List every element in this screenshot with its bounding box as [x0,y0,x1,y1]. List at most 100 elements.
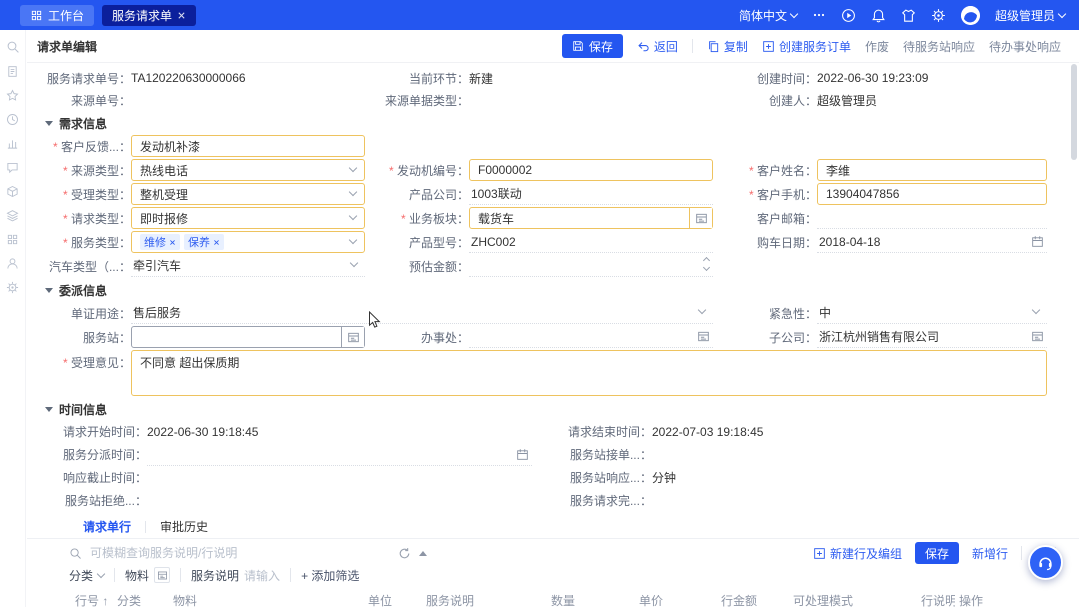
tab-workbench[interactable]: 工作台 [20,5,94,26]
close-icon[interactable] [177,11,186,20]
tab-service-request[interactable]: 服务请求单 [102,5,196,26]
lookup-button[interactable] [341,327,364,347]
sidebar-star-icon[interactable] [6,89,19,102]
lookup-icon [695,212,708,225]
number-spinner[interactable] [704,258,709,270]
chevron-down-icon [349,188,357,196]
estimated-amount-field[interactable] [469,255,713,277]
sidebar-chart-icon[interactable] [6,137,19,150]
detail-search-input[interactable] [90,546,390,560]
scrollbar-thumb[interactable] [1071,64,1077,160]
copy-button-label: 复制 [724,38,748,55]
vertical-scrollbar[interactable] [1070,36,1078,604]
pending-office-button[interactable]: 待办事处响应 [989,38,1061,55]
customer-email-label: 客户邮箱 [729,210,817,227]
lookup-button[interactable] [689,208,712,228]
new-row-button[interactable]: 新增行 [972,545,1008,562]
customer-phone-label: 客户手机 [729,186,817,203]
search-icon [69,547,82,560]
detail-filter-row: 分类 物料 服务说明请输入 + 添加筛选 [27,565,1079,585]
meta-row-1: 服务请求单号TA120220630000066 当前环节新建 创建时间2022-… [43,67,1063,89]
lookup-icon[interactable] [154,567,170,583]
col-line-no[interactable]: 行号 ↑ [57,592,113,607]
section-time-title: 时间信息 [59,401,107,418]
purchase-date-field[interactable]: 2018-04-18 [817,231,1047,253]
bell-icon[interactable] [871,8,886,23]
tab-approval-history[interactable]: 审批历史 [146,515,222,538]
section-request-title: 需求信息 [59,115,107,132]
back-button[interactable]: 返回 [637,38,678,55]
chevron-down-icon [698,306,706,314]
business-segment-field[interactable]: 载货车 [469,207,713,229]
detail-table: 行号 ↑ 分类 物料 单位 服务说明 数量 单价 行金额 可处理模式 行说明 操… [57,590,1069,607]
sidebar-layers-icon[interactable] [6,209,19,222]
customer-phone-input[interactable] [817,183,1047,205]
divider [180,568,181,582]
new-row-group-button[interactable]: 新建行及编组 [813,545,902,562]
pending-station-button[interactable]: 待服务站响应 [903,38,975,55]
sidebar-user-icon[interactable] [6,257,19,270]
section-request-info[interactable]: 需求信息 [45,113,1063,133]
tab-request-lines[interactable]: 请求单行 [69,515,145,538]
doc-purpose-select[interactable]: 售后服务 [131,302,713,324]
copy-icon [707,40,720,53]
request-type-select[interactable]: 即时报修 [131,207,365,229]
office-label: 办事处 [381,329,469,346]
user-menu[interactable]: 超级管理员 [995,7,1065,24]
sidebar-grid-icon[interactable] [6,233,19,246]
urgency-select[interactable]: 中 [817,302,1047,324]
lookup-icon[interactable] [1031,330,1044,343]
tag-close-icon[interactable] [213,239,220,246]
create-service-order-button[interactable]: 创建服务订单 [762,38,851,55]
sidebar-doc-icon[interactable] [6,65,19,78]
calendar-icon[interactable] [1031,235,1044,248]
sidebar-gear-icon[interactable] [6,281,19,294]
copy-button[interactable]: 复制 [707,38,748,55]
source-type-select[interactable]: 热线电话 [131,159,365,181]
category-filter[interactable]: 分类 [69,567,104,584]
save-button[interactable]: 保存 [562,34,623,58]
refresh-icon[interactable] [398,547,411,560]
calendar-icon[interactable] [516,448,529,461]
col-price: 单价 [635,592,717,607]
vehicle-type-select[interactable]: 牵引汽车 [131,255,365,277]
office-field[interactable] [469,326,713,348]
avatar[interactable] [961,6,980,25]
service-desc-filter[interactable]: 服务说明请输入 [191,567,280,584]
sidebar [0,30,26,607]
request-complete-label: 服务请求完... [548,492,652,509]
language-select[interactable]: 简体中文 [739,7,797,24]
material-filter[interactable]: 物料 [125,567,170,584]
customer-name-input[interactable] [817,159,1047,181]
settings-gear-icon[interactable] [931,8,946,23]
section-time-info[interactable]: 时间信息 [45,399,1063,419]
dispatch-time-field[interactable] [147,444,532,466]
request-type-label: 请求类型 [43,210,131,227]
subsidiary-field[interactable]: 浙江杭州销售有限公司 [817,326,1047,348]
chat-support-button[interactable] [1028,545,1063,580]
accept-type-select[interactable]: 整机受理 [131,183,365,205]
customer-email-field[interactable] [817,207,1047,229]
void-button[interactable]: 作废 [865,38,889,55]
chevron-down-icon [1032,306,1040,314]
plus-square-icon [762,40,775,53]
sidebar-cube-icon[interactable] [6,185,19,198]
detail-save-button[interactable]: 保存 [915,542,959,564]
search-icon[interactable] [6,40,20,54]
shirt-icon[interactable] [901,8,916,23]
service-type-multiselect[interactable]: 维修 保养 [131,231,365,253]
sidebar-clock-icon[interactable] [6,113,19,126]
sidebar-bubble-icon[interactable] [6,161,19,174]
add-filter-button[interactable]: + 添加筛选 [301,567,359,584]
lookup-icon[interactable] [697,330,710,343]
play-circle-icon[interactable] [841,8,856,23]
opinion-textarea[interactable]: 不同意 超出保质期 [131,350,1047,396]
tag-close-icon[interactable] [169,239,176,246]
section-dispatch-info[interactable]: 委派信息 [45,280,1063,300]
customer-feedback-input[interactable] [131,135,365,157]
product-model-value: ZHC002 [469,231,713,253]
service-station-field[interactable] [131,326,365,348]
engine-no-input[interactable] [469,159,713,181]
more-icon[interactable] [812,8,826,22]
collapse-up-icon[interactable] [419,551,427,556]
